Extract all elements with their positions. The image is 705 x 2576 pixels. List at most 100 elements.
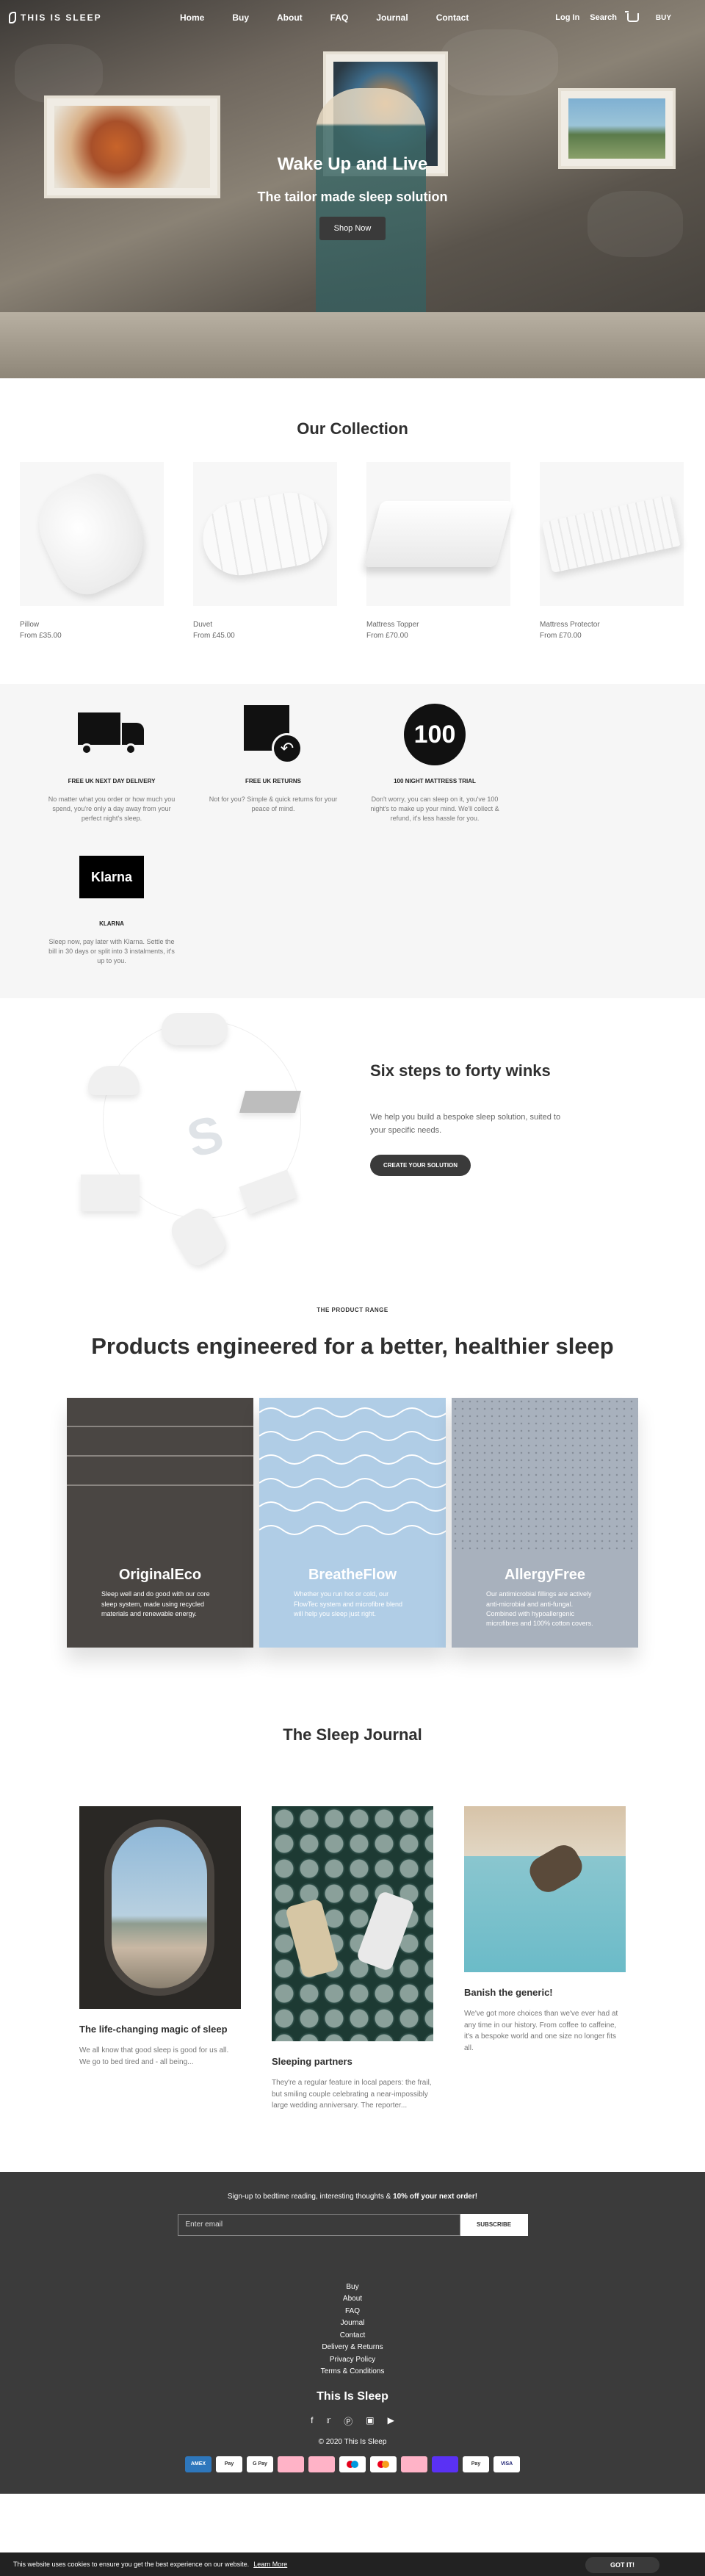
- cart-icon[interactable]: [625, 11, 639, 22]
- klarna-pay-icon: [308, 2456, 335, 2472]
- nav-home[interactable]: Home: [180, 12, 204, 23]
- journal-card-excerpt: We all know that good sleep is good for …: [79, 2046, 229, 2066]
- facebook-icon[interactable]: f: [311, 2415, 313, 2428]
- product-image[interactable]: [540, 462, 684, 606]
- journal-card[interactable]: The life-changing magic of sleep We all …: [79, 1806, 241, 2068]
- footer-link-journal[interactable]: Journal: [0, 2317, 705, 2330]
- product-list: Pillow From £35.00 Duvet From £45.00 Mat…: [0, 462, 705, 640]
- footer-link-contact[interactable]: Contact: [0, 2330, 705, 2342]
- search-link[interactable]: Search: [590, 13, 617, 22]
- instagram-icon[interactable]: ▣: [366, 2415, 374, 2428]
- journal-card-excerpt: They're a regular feature in local paper…: [272, 2079, 432, 2110]
- steps-title: Six steps to forty winks: [370, 1061, 551, 1080]
- range-description: Whether you run hot or cold, our FlowTec…: [294, 1590, 403, 1617]
- steps-content: Six steps to forty winks We help you bui…: [370, 1061, 568, 1177]
- klarna-pay-icon: [401, 2456, 427, 2472]
- paypal-icon: Pay: [463, 2456, 489, 2472]
- payment-icons: AMEX Pay G Pay Pay VISA: [0, 2456, 705, 2472]
- shop-pay-icon: [432, 2456, 458, 2472]
- feature-delivery: FREE UK NEXT DAY DELIVERY No matter what…: [31, 701, 192, 823]
- nav-buy[interactable]: Buy: [232, 12, 249, 23]
- footer-link-buy[interactable]: Buy: [0, 2281, 705, 2294]
- range-card-originaleco[interactable]: OriginalEco Sleep well and do good with …: [67, 1398, 253, 1648]
- feature-trial: 100 100 NIGHT MATTRESS TRIAL Don't worry…: [354, 701, 516, 823]
- footer-link-privacy[interactable]: Privacy Policy: [0, 2354, 705, 2367]
- journal-image[interactable]: [79, 1806, 241, 2010]
- product-name[interactable]: Mattress Topper: [366, 621, 510, 629]
- nav-faq[interactable]: FAQ: [330, 12, 349, 23]
- email-field[interactable]: [177, 2213, 460, 2236]
- shop-now-button[interactable]: Shop Now: [319, 217, 386, 240]
- product-price: From £70.00: [366, 632, 408, 640]
- nav-journal[interactable]: Journal: [376, 12, 408, 23]
- range-description: Our antimicrobial fillings are actively …: [486, 1590, 593, 1627]
- product-image[interactable]: [193, 462, 337, 606]
- logo-icon: [9, 12, 16, 24]
- footer-link-delivery[interactable]: Delivery & Returns: [0, 2342, 705, 2354]
- slippers-image: [88, 1066, 140, 1096]
- product-name[interactable]: Pillow: [20, 621, 164, 629]
- waves-pattern: [259, 1407, 446, 1536]
- feature-title: KLARNA: [99, 920, 124, 928]
- hero-title: Wake Up and Live: [277, 154, 428, 174]
- footer-link-faq[interactable]: FAQ: [0, 2306, 705, 2318]
- product-card[interactable]: Pillow From £35.00: [20, 462, 164, 640]
- visa-icon: VISA: [494, 2456, 520, 2472]
- feature-text: Don't worry, you can sleep on it, you've…: [370, 795, 499, 823]
- klarna-icon: Klarna: [79, 856, 144, 899]
- range-cards: OriginalEco Sleep well and do good with …: [0, 1398, 705, 1648]
- twitter-icon[interactable]: 𝕣: [326, 2415, 330, 2428]
- klarna-pay-icon: [278, 2456, 304, 2472]
- journal-card[interactable]: Sleeping partners They're a regular feat…: [272, 1806, 433, 2112]
- create-solution-button[interactable]: CREATE YOUR SOLUTION: [370, 1155, 471, 1177]
- range-name: AllergyFree: [504, 1567, 586, 1584]
- hero-content: Wake Up and Live The tailor made sleep s…: [0, 154, 705, 240]
- journal-card-title[interactable]: Banish the generic!: [464, 1987, 626, 1998]
- product-card[interactable]: Mattress Topper From £70.00: [363, 462, 514, 640]
- amex-icon: AMEX: [185, 2456, 212, 2472]
- buy-link[interactable]: BUY: [656, 14, 671, 22]
- site-header: THIS IS SLEEP Home Buy About FAQ Journal…: [0, 0, 705, 35]
- got-it-button[interactable]: GOT IT!: [585, 2557, 659, 2573]
- topper-image: [363, 501, 514, 567]
- product-name[interactable]: Mattress Protector: [540, 621, 684, 629]
- hundred-icon: 100: [404, 704, 466, 765]
- subscribe-button[interactable]: SUBSCRIBE: [460, 2213, 528, 2236]
- product-card[interactable]: Duvet From £45.00: [193, 462, 337, 640]
- footer-link-about[interactable]: About: [0, 2293, 705, 2306]
- login-link[interactable]: Log In: [555, 13, 579, 22]
- youtube-icon[interactable]: ▶: [388, 2415, 394, 2428]
- feature-title: FREE UK RETURNS: [245, 778, 301, 784]
- journal-card-title[interactable]: The life-changing magic of sleep: [79, 2024, 241, 2035]
- features-section: FREE UK NEXT DAY DELIVERY No matter what…: [0, 684, 705, 999]
- product-price: From £70.00: [540, 632, 582, 640]
- site-logo[interactable]: THIS IS SLEEP: [9, 12, 102, 24]
- journal-card-title[interactable]: Sleeping partners: [272, 2056, 433, 2067]
- header-actions: Log In Search: [555, 11, 639, 22]
- main-nav: Home Buy About FAQ Journal Contact: [180, 12, 469, 23]
- journal-image[interactable]: [464, 1806, 626, 1973]
- wall-stone: [15, 44, 103, 103]
- range-card-breatheflow[interactable]: BreatheFlow Whether you run hot or cold,…: [259, 1398, 446, 1648]
- range-name: BreatheFlow: [308, 1567, 397, 1584]
- workbench: [0, 312, 705, 378]
- apple-pay-icon: Pay: [216, 2456, 242, 2472]
- product-image[interactable]: [20, 462, 164, 606]
- product-image[interactable]: [363, 462, 514, 606]
- journal-section: The Sleep Journal The life-changing magi…: [0, 1648, 705, 2112]
- product-name[interactable]: Duvet: [193, 621, 337, 629]
- nav-about[interactable]: About: [277, 12, 303, 23]
- range-card-allergyfree[interactable]: AllergyFree Our antimicrobial fillings a…: [452, 1398, 638, 1648]
- product-card[interactable]: Mattress Protector From £70.00: [540, 462, 684, 640]
- journal-card[interactable]: Banish the generic! We've got more choic…: [464, 1806, 626, 2054]
- signup-offer: 10% off your next order!: [393, 2192, 478, 2201]
- collection-title: Our Collection: [297, 419, 408, 438]
- learn-more-link[interactable]: Learn More: [253, 2561, 287, 2568]
- product-price: From £45.00: [193, 632, 235, 640]
- wall-stone: [441, 29, 558, 95]
- nav-contact[interactable]: Contact: [436, 12, 469, 23]
- journal-image[interactable]: [272, 1806, 433, 2042]
- footer-link-terms[interactable]: Terms & Conditions: [0, 2366, 705, 2378]
- range-description: Sleep well and do good with our core sle…: [101, 1590, 210, 1617]
- pinterest-icon[interactable]: Ⓟ: [344, 2415, 352, 2428]
